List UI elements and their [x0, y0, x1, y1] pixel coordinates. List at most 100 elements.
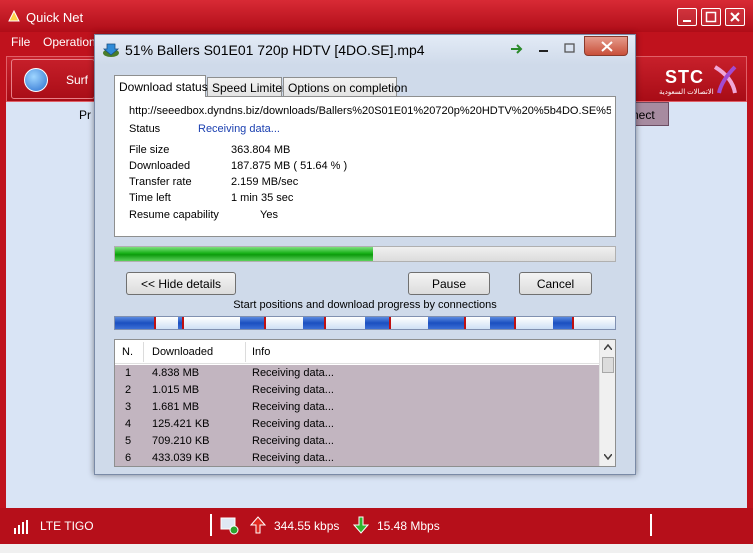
connection-segment — [115, 317, 155, 329]
row-info: Receiving data... — [252, 452, 334, 464]
row-number: 3 — [125, 401, 132, 413]
minimize-button[interactable] — [677, 8, 697, 26]
connection-segment — [302, 317, 325, 329]
refresh-globe-icon — [24, 68, 48, 92]
status-label: Status — [129, 123, 161, 135]
network-monitor-icon — [220, 517, 239, 535]
scroll-down-icon[interactable] — [604, 454, 612, 460]
tab-speed-limiter[interactable]: Speed Limiter — [207, 77, 286, 97]
close-button[interactable] — [725, 8, 745, 26]
table-row[interactable]: 6 433.039 KB Receiving data... — [115, 450, 599, 466]
status-value: Receiving data... — [198, 123, 280, 135]
scroll-up-icon[interactable] — [604, 344, 612, 350]
download-status-panel: http://seeedbox.dyndns.biz/downloads/Bal… — [114, 96, 616, 237]
table-row[interactable]: 2 1.015 MB Receiving data... — [115, 382, 599, 399]
file-size-value: 363.804 MB — [231, 144, 291, 156]
table-header: N. Downloaded Info — [115, 340, 599, 364]
table-row[interactable]: 4 125.421 KB Receiving data... — [115, 416, 599, 433]
app-titlebar[interactable]: Quick Net — [0, 0, 753, 32]
column-divider[interactable] — [245, 342, 246, 362]
connections-caption: Start positions and download progress by… — [233, 299, 497, 311]
table-row[interactable]: 1 4.838 MB Receiving data... — [115, 365, 599, 382]
table-body: 1 4.838 MB Receiving data... 2 1.015 MB Recei… — [115, 365, 599, 466]
network-label: LTE TIGO — [40, 519, 94, 533]
maximize-icon — [705, 11, 717, 23]
connection-position-marker — [514, 317, 516, 329]
column-divider[interactable] — [143, 342, 144, 362]
app-title: Quick Net — [26, 10, 84, 25]
header-number[interactable]: N. — [122, 346, 133, 358]
status-divider — [650, 514, 652, 536]
connection-segment — [490, 317, 515, 329]
time-left-label: Time left — [129, 192, 171, 204]
row-info: Receiving data... — [252, 401, 334, 413]
signal-strength-icon — [14, 520, 28, 534]
connection-position-marker — [181, 317, 184, 329]
table-row[interactable]: 3 1.681 MB Receiving data... — [115, 399, 599, 416]
connection-position-marker — [264, 317, 266, 329]
row-downloaded: 433.039 KB — [152, 452, 210, 464]
row-info: Receiving data... — [252, 435, 334, 447]
tab-options-on-completion[interactable]: Options on completion — [283, 77, 407, 97]
time-left-value: 1 min 35 sec — [231, 192, 294, 204]
row-info: Receiving data... — [252, 384, 334, 396]
header-info[interactable]: Info — [252, 346, 270, 358]
download-url: http://seeedbox.dyndns.biz/downloads/Bal… — [129, 105, 611, 117]
dialog-minimize-icon[interactable] — [537, 40, 551, 58]
dialog-maximize-icon[interactable] — [563, 40, 577, 58]
idm-download-icon — [102, 43, 120, 57]
quick-net-logo-icon — [8, 9, 20, 22]
table-scrollbar[interactable] — [599, 340, 615, 466]
maximize-button[interactable] — [701, 8, 721, 26]
app-statusbar: LTE TIGO 344.55 kbps 15.48 Mbps — [0, 508, 753, 544]
row-downloaded: 125.421 KB — [152, 418, 210, 430]
download-progress-bar — [114, 246, 616, 262]
surf-button[interactable]: Surf — [11, 59, 95, 99]
table-row[interactable]: 5 709.210 KB Receiving data... — [115, 433, 599, 450]
transfer-rate-value: 2.159 MB/sec — [231, 176, 299, 188]
row-info: Receiving data... — [252, 367, 334, 379]
menu-file[interactable]: File — [11, 35, 30, 49]
row-number: 5 — [125, 435, 132, 447]
menu-operation[interactable]: Operation — [43, 35, 96, 49]
tab-download-status[interactable]: Download status — [114, 75, 208, 97]
status-divider — [210, 514, 212, 536]
dialog-close-icon — [601, 41, 613, 52]
taskbar-strip — [0, 544, 753, 553]
pause-button[interactable]: Pause — [408, 272, 490, 295]
connection-position-marker — [464, 317, 466, 329]
row-downloaded: 4.838 MB — [152, 367, 200, 379]
header-downloaded[interactable]: Downloaded — [152, 346, 213, 358]
download-dialog: 51% Ballers S01E01 720p HDTV [4DO.SE].mp… — [94, 34, 636, 475]
download-arrow-icon — [353, 516, 369, 534]
row-number: 2 — [125, 384, 132, 396]
minimize-icon — [683, 20, 691, 22]
row-number: 1 — [125, 367, 132, 379]
connection-position-marker — [571, 317, 574, 329]
upload-speed: 344.55 kbps — [274, 519, 340, 533]
row-info: Receiving data... — [252, 418, 334, 430]
row-downloaded: 1.681 MB — [152, 401, 200, 413]
hide-details-button[interactable]: << Hide details — [126, 272, 236, 295]
cancel-button[interactable]: Cancel — [519, 272, 592, 295]
row-downloaded: 1.015 MB — [152, 384, 200, 396]
transfer-rate-label: Transfer rate — [129, 176, 192, 188]
resume-capability-label: Resume capability — [129, 209, 219, 221]
row-number: 6 — [125, 452, 132, 464]
dialog-close-button[interactable] — [584, 36, 628, 56]
stc-swirl-icon — [713, 65, 737, 94]
downloaded-label: Downloaded — [129, 160, 191, 172]
stc-logo: STC الاتصالات السعودية — [655, 61, 741, 99]
close-icon — [730, 12, 740, 22]
row-downloaded: 709.210 KB — [152, 435, 210, 447]
connections-progress-bar — [114, 316, 616, 330]
upload-arrow-icon — [250, 516, 266, 534]
connection-position-marker — [389, 317, 391, 329]
download-progress-fill — [115, 247, 374, 261]
scroll-thumb[interactable] — [602, 357, 614, 373]
resume-capability-value: Yes — [260, 209, 278, 221]
send-arrow-icon[interactable] — [509, 40, 525, 58]
file-size-label: File size — [129, 144, 170, 156]
dialog-titlebar[interactable]: 51% Ballers S01E01 720p HDTV [4DO.SE].mp… — [95, 35, 635, 65]
downloaded-value: 187.875 MB ( 51.64 % ) — [231, 160, 348, 172]
